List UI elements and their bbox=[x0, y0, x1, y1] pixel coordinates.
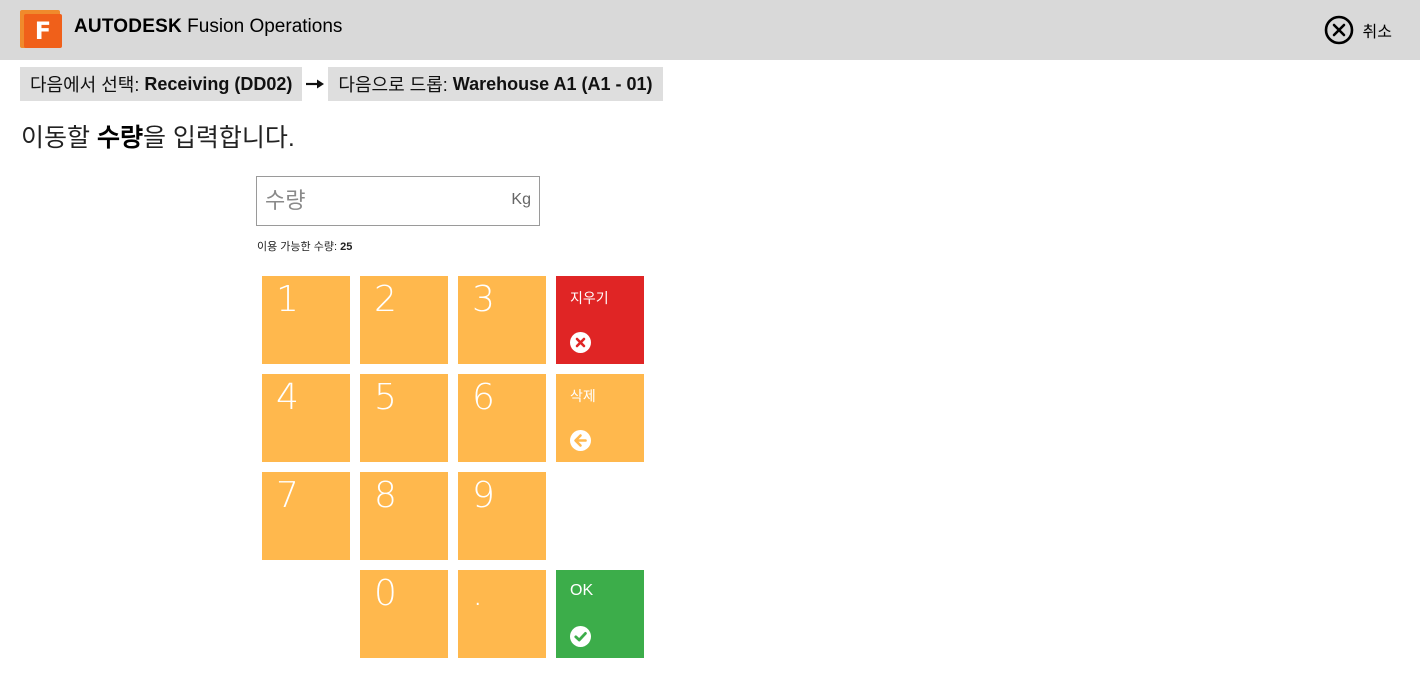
key-6-label: 6 bbox=[472, 377, 495, 418]
drop-to-label: 다음으로 드롭: bbox=[338, 75, 448, 95]
key-2[interactable]: 2 bbox=[360, 276, 448, 364]
key-2-label: 2 bbox=[374, 279, 397, 320]
arrow-left-circle-icon bbox=[570, 430, 591, 451]
autodesk-logo: F bbox=[20, 10, 64, 50]
top-bar: F AUTODESK Fusion Operations 취소 bbox=[0, 0, 1420, 60]
cancel-label: 취소 bbox=[1362, 24, 1392, 41]
product-name: Fusion Operations bbox=[187, 16, 343, 37]
delete-label: 삭제 bbox=[570, 388, 596, 404]
key-0-label: 0 bbox=[374, 573, 397, 614]
quantity-input[interactable] bbox=[257, 177, 497, 225]
ok-label: OK bbox=[570, 582, 594, 599]
key-7-label: 7 bbox=[276, 475, 299, 516]
pick-from-location: 다음에서 선택: Receiving (DD02) bbox=[20, 67, 303, 101]
key-decimal-label: . bbox=[472, 573, 484, 614]
unit-label: Kg bbox=[511, 191, 531, 208]
key-3[interactable]: 3 bbox=[458, 276, 546, 364]
key-8[interactable]: 8 bbox=[360, 472, 448, 560]
available-quantity: 이용 가능한 수량: 25 bbox=[257, 238, 352, 254]
pick-from-label: 다음에서 선택: bbox=[30, 75, 140, 95]
key-4-label: 4 bbox=[276, 377, 299, 418]
close-circle-icon bbox=[1324, 15, 1353, 45]
key-0[interactable]: 0 bbox=[360, 570, 448, 658]
pick-from-value: Receiving (DD02) bbox=[144, 73, 293, 94]
key-1-label: 1 bbox=[276, 279, 299, 320]
key-7[interactable]: 7 bbox=[262, 472, 350, 560]
key-9-label: 9 bbox=[472, 475, 495, 516]
cancel-button[interactable]: 취소 bbox=[1324, 14, 1392, 46]
available-label: 이용 가능한 수량: bbox=[257, 241, 338, 253]
prompt-after: 을 입력합니다. bbox=[142, 124, 295, 152]
app-title: AUTODESK Fusion Operations bbox=[74, 16, 342, 38]
check-circle-icon bbox=[570, 626, 591, 647]
clear-button[interactable]: 지우기 bbox=[556, 276, 644, 364]
key-4[interactable]: 4 bbox=[262, 374, 350, 462]
page-prompt: 이동할 수량을 입력합니다. bbox=[21, 118, 295, 154]
quantity-field: Kg bbox=[256, 176, 540, 226]
clear-label: 지우기 bbox=[570, 290, 609, 306]
key-1[interactable]: 1 bbox=[262, 276, 350, 364]
drop-to-value: Warehouse A1 (A1 - 01) bbox=[452, 73, 653, 94]
key-decimal[interactable]: . bbox=[458, 570, 546, 658]
key-9[interactable]: 9 bbox=[458, 472, 546, 560]
key-5[interactable]: 5 bbox=[360, 374, 448, 462]
key-8-label: 8 bbox=[374, 475, 397, 516]
key-6[interactable]: 6 bbox=[458, 374, 546, 462]
available-value: 25 bbox=[340, 241, 353, 253]
x-circle-icon bbox=[570, 332, 591, 353]
prompt-before: 이동할 bbox=[21, 124, 91, 152]
ok-button[interactable]: OK bbox=[556, 570, 644, 658]
drop-to-location: 다음으로 드롭: Warehouse A1 (A1 - 01) bbox=[328, 67, 663, 101]
right-arrow-icon bbox=[302, 78, 328, 90]
prompt-emphasis: 수량 bbox=[96, 124, 143, 152]
key-5-label: 5 bbox=[374, 377, 397, 418]
key-3-label: 3 bbox=[472, 279, 495, 320]
route-breadcrumb: 다음에서 선택: Receiving (DD02) 다음으로 드롭: Wareh… bbox=[20, 67, 663, 101]
delete-button[interactable]: 삭제 bbox=[556, 374, 644, 462]
logo-letter: F bbox=[24, 14, 62, 48]
brand-name: AUTODESK bbox=[74, 16, 182, 37]
